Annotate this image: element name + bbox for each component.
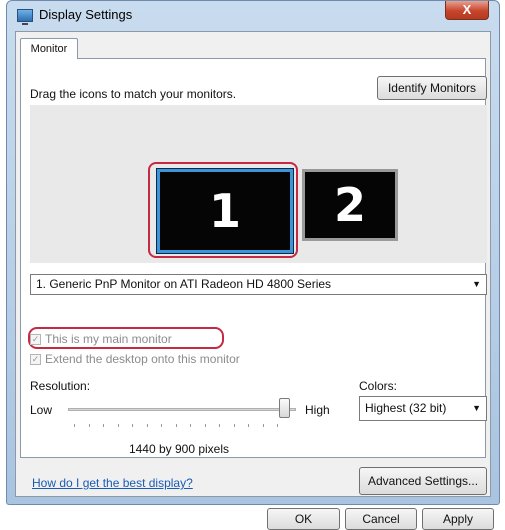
best-display-help-link[interactable]: How do I get the best display? (32, 476, 193, 490)
slider-tick (117, 424, 119, 427)
extend-desktop-checkbox[interactable]: ✓ (30, 353, 41, 365)
main-monitor-checkbox-row: ✓ This is my main monitor (30, 332, 172, 346)
resolution-low-label: Low (30, 403, 53, 417)
apply-button[interactable]: Apply (422, 508, 494, 530)
drag-instruction: Drag the icons to match your monitors. (30, 87, 237, 101)
close-button[interactable]: X (445, 1, 489, 20)
slider-tick (146, 424, 148, 427)
slider-tick (233, 424, 235, 427)
display-settings-icon (17, 9, 33, 25)
title-bar[interactable]: Display Settings X (7, 1, 499, 29)
colors-dropdown-value: Highest (32 bit) (365, 401, 447, 415)
window-title: Display Settings (39, 7, 133, 22)
monitor-1-highlight-outline (148, 162, 298, 258)
advanced-settings-button[interactable]: Advanced Settings... (359, 467, 487, 495)
ok-button[interactable]: OK (267, 508, 340, 530)
monitor-dropdown[interactable]: 1. Generic PnP Monitor on ATI Radeon HD … (30, 274, 487, 295)
colors-dropdown[interactable]: Highest (32 bit) ▼ (359, 396, 487, 421)
chevron-down-icon: ▼ (472, 403, 481, 413)
slider-tick (74, 424, 75, 427)
display-settings-window: Display Settings X Monitor Drag the icon… (6, 0, 500, 530)
monitor-2-icon[interactable]: 2 (302, 169, 398, 241)
resolution-high-label: High (305, 403, 330, 417)
resolution-slider-thumb[interactable] (279, 398, 290, 418)
slider-tick (161, 424, 162, 427)
slider-tick (204, 424, 206, 427)
monitor-arrangement-area: 2 1 (30, 105, 487, 263)
slider-tick (175, 424, 177, 427)
colors-label: Colors: (359, 379, 398, 393)
slider-tick (219, 424, 220, 427)
slider-tick (103, 424, 104, 427)
slider-tick (88, 424, 90, 427)
identify-monitors-button[interactable]: Identify Monitors (377, 76, 487, 100)
resolution-label: Resolution: (30, 379, 91, 393)
main-monitor-checkbox[interactable]: ✓ (30, 333, 41, 345)
chevron-down-icon: ▼ (472, 279, 481, 289)
dialog-body: Monitor Drag the icons to match your mon… (15, 31, 494, 530)
resolution-slider-track[interactable] (68, 408, 296, 411)
slider-tick (277, 424, 278, 427)
extend-desktop-label: Extend the desktop onto this monitor (45, 352, 240, 366)
main-monitor-label: This is my main monitor (45, 332, 172, 346)
tab-monitor[interactable]: Monitor (20, 38, 78, 59)
slider-tick (248, 424, 249, 427)
slider-tick (190, 424, 191, 427)
cancel-button[interactable]: Cancel (345, 508, 417, 530)
slider-tick (262, 424, 264, 427)
slider-tick (132, 424, 133, 427)
resolution-value: 1440 by 900 pixels (128, 442, 230, 456)
extend-desktop-checkbox-row: ✓ Extend the desktop onto this monitor (30, 352, 240, 366)
monitor-dropdown-value: 1. Generic PnP Monitor on ATI Radeon HD … (36, 277, 332, 291)
